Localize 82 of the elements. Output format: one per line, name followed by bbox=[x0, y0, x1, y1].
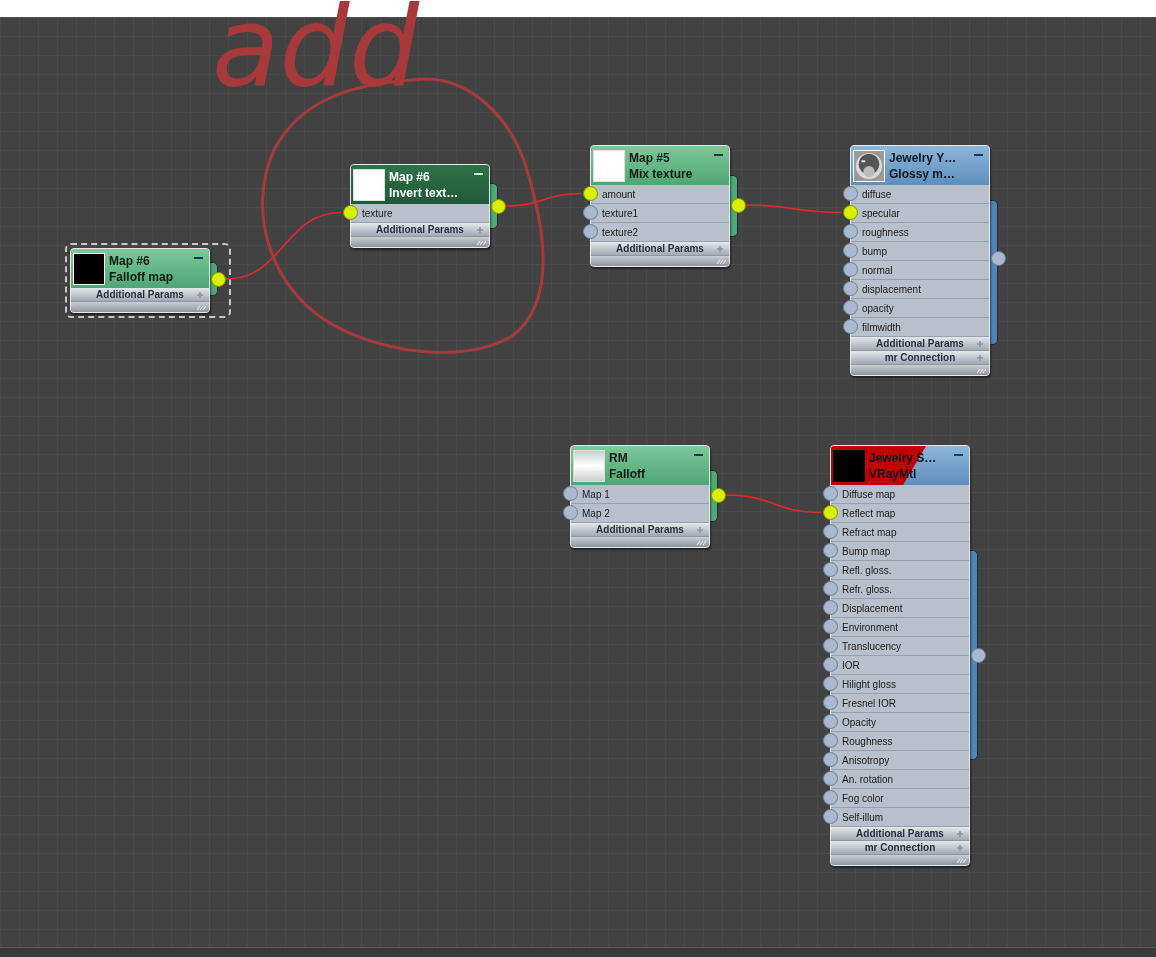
socket-label: texture1 bbox=[602, 206, 639, 221]
socket-label: bump bbox=[862, 244, 887, 259]
plus-icon bbox=[977, 355, 983, 361]
socket-label: diffuse bbox=[862, 187, 892, 202]
plus-icon bbox=[957, 845, 963, 851]
material-preview bbox=[833, 449, 865, 482]
node-header[interactable]: Map #5 Mix texture bbox=[591, 146, 729, 185]
graph-node[interactable]: RM Falloff Map 1 Map 2 Additional Params bbox=[565, 440, 731, 553]
socket-label: Environment bbox=[842, 620, 899, 635]
resize-grip-icon[interactable] bbox=[976, 368, 986, 373]
node-subtitle: Mix texture bbox=[629, 165, 694, 182]
socket-label: amount bbox=[602, 187, 636, 202]
socket-label: roughness bbox=[862, 225, 909, 240]
plus-icon bbox=[197, 292, 203, 298]
plus-icon bbox=[477, 227, 483, 233]
socket-label: Map 2 bbox=[582, 506, 610, 521]
socket-label: Diffuse map bbox=[842, 487, 896, 502]
node-title: Map #6 bbox=[389, 168, 431, 185]
graph-node[interactable]: Map #5 Mix texture amount texture1 texture2 Additional Params bbox=[585, 140, 751, 272]
params-rollout[interactable]: Additional Params bbox=[851, 337, 989, 351]
plus-icon bbox=[717, 246, 723, 252]
node-title: Jewelry S… bbox=[869, 449, 938, 466]
node-subtitle: Falloff map bbox=[109, 268, 174, 285]
node-subtitle: Falloff bbox=[609, 465, 646, 482]
socket-label: Refr. gloss. bbox=[842, 582, 893, 597]
params-rollout[interactable]: Additional Params bbox=[591, 242, 729, 256]
node-subtitle: Glossy m… bbox=[889, 165, 957, 182]
socket-label: An. rotation bbox=[842, 772, 894, 787]
plus-icon bbox=[977, 341, 983, 347]
material-preview bbox=[353, 168, 385, 201]
graph-node[interactable]: Jewelry Y… Glossy m… diffuse specular roughness bump normal displacement opacity filmwidth Additional Params mr Connection bbox=[845, 140, 1011, 381]
socket-label: Refl. gloss. bbox=[842, 563, 892, 578]
params-rollout[interactable]: Additional Params bbox=[351, 223, 489, 237]
socket-label: displacement bbox=[862, 282, 921, 297]
node-title: Map #5 bbox=[629, 149, 671, 166]
socket-label: Displacement bbox=[842, 601, 903, 616]
params-rollout[interactable]: mr Connection bbox=[831, 841, 969, 855]
resize-grip-icon[interactable] bbox=[696, 540, 706, 545]
socket-label: Reflect map bbox=[842, 506, 896, 521]
socket-label: Anisotropy bbox=[842, 753, 890, 768]
socket-label: Hilight gloss bbox=[842, 677, 896, 692]
resize-grip-icon[interactable] bbox=[196, 305, 206, 310]
node-subtitle: Invert text… bbox=[389, 184, 460, 201]
node-header[interactable]: Map #6 Invert text… bbox=[351, 165, 489, 204]
node-title: Map #6 bbox=[109, 252, 151, 269]
node-header[interactable]: RM Falloff bbox=[571, 446, 709, 485]
resize-grip-icon[interactable] bbox=[956, 858, 966, 863]
socket-label: opacity bbox=[862, 301, 894, 316]
socket-label: texture bbox=[362, 206, 393, 221]
material-preview bbox=[573, 449, 605, 482]
material-preview bbox=[593, 149, 625, 182]
node-header[interactable]: Jewelry Y… Glossy m… bbox=[851, 146, 989, 185]
socket-label: Refract map bbox=[842, 525, 897, 540]
socket-label: Opacity bbox=[842, 715, 876, 730]
socket-label: Bump map bbox=[842, 544, 891, 559]
plus-icon bbox=[957, 831, 963, 837]
node-title: Jewelry Y… bbox=[889, 149, 958, 166]
material-preview bbox=[853, 149, 885, 182]
graph-node[interactable]: Map #6 Falloff map Additional Params bbox=[65, 243, 231, 318]
params-rollout[interactable]: Additional Params bbox=[831, 827, 969, 841]
socket-label: Map 1 bbox=[582, 487, 610, 502]
socket-label: IOR bbox=[842, 658, 860, 673]
params-rollout[interactable]: mr Connection bbox=[851, 351, 989, 365]
node-header[interactable]: Map #6 Falloff map bbox=[71, 249, 209, 288]
socket-label: texture2 bbox=[602, 225, 639, 240]
socket-label: filmwidth bbox=[862, 320, 901, 335]
socket-label: normal bbox=[862, 263, 893, 278]
node-title: RM bbox=[609, 449, 629, 466]
params-rollout[interactable]: Additional Params bbox=[571, 523, 709, 537]
resize-grip-icon[interactable] bbox=[476, 240, 486, 245]
plus-icon bbox=[697, 527, 703, 533]
material-preview bbox=[73, 252, 105, 285]
socket-label: Fog color bbox=[842, 791, 884, 806]
socket-label: Roughness bbox=[842, 734, 893, 749]
socket-label: specular bbox=[862, 206, 900, 221]
resize-grip-icon[interactable] bbox=[716, 259, 726, 264]
params-rollout[interactable]: Additional Params bbox=[71, 288, 209, 302]
socket-label: Self-illum bbox=[842, 810, 884, 825]
graph-node[interactable]: Map #6 Invert text… texture Additional Params bbox=[345, 159, 511, 253]
socket-label: Translucency bbox=[842, 639, 902, 654]
socket-label: Fresnel IOR bbox=[842, 696, 896, 711]
handwritten-note: add bbox=[212, 0, 420, 102]
